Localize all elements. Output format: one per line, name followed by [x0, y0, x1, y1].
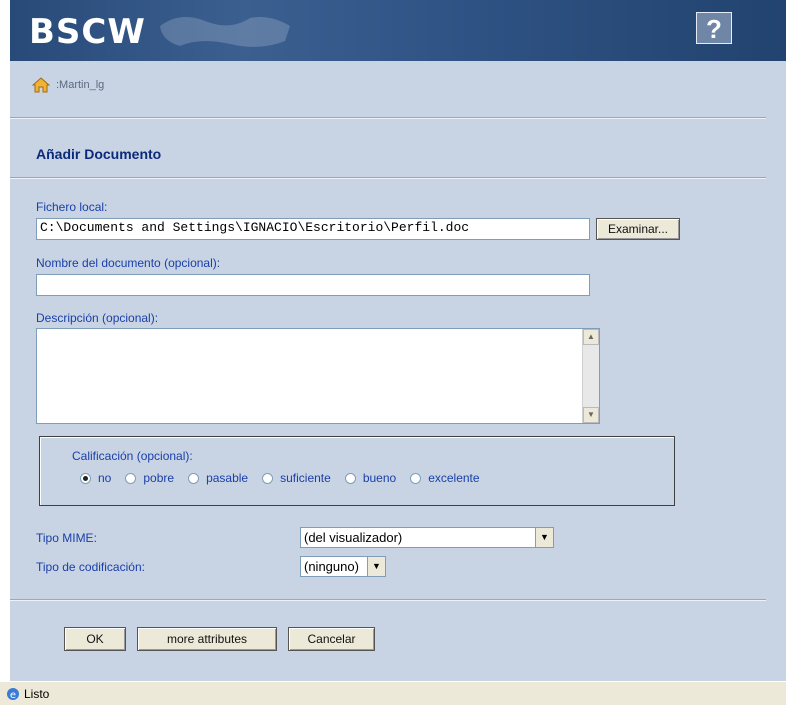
rating-option-excelente[interactable]: excelente: [410, 471, 480, 485]
ok-button[interactable]: OK: [64, 627, 126, 651]
more-attributes-button[interactable]: more attributes: [137, 627, 277, 651]
divider: [10, 599, 766, 601]
left-frame-edge: [0, 0, 10, 681]
scroll-up-icon[interactable]: ▲: [583, 329, 599, 345]
rating-option-suficiente[interactable]: suficiente: [262, 471, 331, 485]
encoding-label: Tipo de codificación:: [36, 560, 145, 574]
rating-option-no[interactable]: no: [80, 471, 111, 485]
doc-name-input[interactable]: [36, 274, 590, 296]
rating-fieldset: Calificación (opcional): no pobre pasabl…: [39, 436, 675, 506]
home-icon[interactable]: [32, 76, 50, 94]
mime-select-value: (del visualizador): [304, 530, 403, 545]
rating-label: Calificación (opcional):: [72, 449, 193, 463]
doc-name-label: Nombre del documento (opcional):: [36, 256, 221, 270]
description-label: Descripción (opcional):: [36, 311, 159, 325]
chevron-down-icon[interactable]: ▼: [535, 528, 553, 547]
svg-text:e: e: [10, 690, 16, 701]
local-file-input[interactable]: C:\Documents and Settings\IGNACIO\Escrit…: [36, 218, 590, 240]
rating-options: no pobre pasable suficiente bueno excele…: [80, 471, 494, 485]
scroll-down-icon[interactable]: ▼: [583, 407, 599, 423]
description-textarea[interactable]: ▲ ▼: [36, 328, 600, 424]
bscw-page: BSCW ? :Martin_lg Añadir Documento Fiche…: [10, 0, 786, 681]
rating-option-pobre[interactable]: pobre: [125, 471, 174, 485]
mime-label: Tipo MIME:: [36, 531, 97, 545]
browse-button[interactable]: Examinar...: [596, 218, 680, 240]
bscw-logo[interactable]: BSCW: [29, 12, 146, 52]
help-button[interactable]: ?: [696, 12, 732, 44]
status-text: Listo: [24, 686, 50, 701]
breadcrumb: :Martin_lg: [32, 76, 104, 94]
chevron-down-icon[interactable]: ▼: [367, 557, 385, 576]
breadcrumb-workspace-link[interactable]: :Martin_lg: [56, 79, 104, 91]
radio-icon[interactable]: [344, 472, 356, 484]
radio-icon[interactable]: [188, 472, 200, 484]
divider: [10, 177, 766, 179]
header-banner: BSCW ?: [10, 0, 786, 61]
mime-select[interactable]: (del visualizador) ▼: [300, 527, 554, 548]
description-scrollbar[interactable]: ▲ ▼: [582, 329, 599, 423]
encoding-select[interactable]: (ninguno) ▼: [300, 556, 386, 577]
page-title: Añadir Documento: [36, 146, 162, 162]
radio-icon[interactable]: [125, 472, 137, 484]
divider: [10, 117, 766, 119]
local-file-label: Fichero local:: [36, 200, 108, 214]
encoding-select-value: (ninguno): [304, 559, 359, 574]
radio-selected-icon[interactable]: [80, 472, 91, 484]
rating-option-pasable[interactable]: pasable: [188, 471, 248, 485]
status-bar: e Listo: [0, 681, 786, 705]
radio-icon[interactable]: [262, 472, 274, 484]
ie-page-icon: e: [7, 687, 19, 701]
rating-option-bueno[interactable]: bueno: [344, 471, 396, 485]
world-map-decoration: [160, 17, 290, 47]
cancel-button[interactable]: Cancelar: [288, 627, 375, 651]
radio-icon[interactable]: [410, 472, 422, 484]
